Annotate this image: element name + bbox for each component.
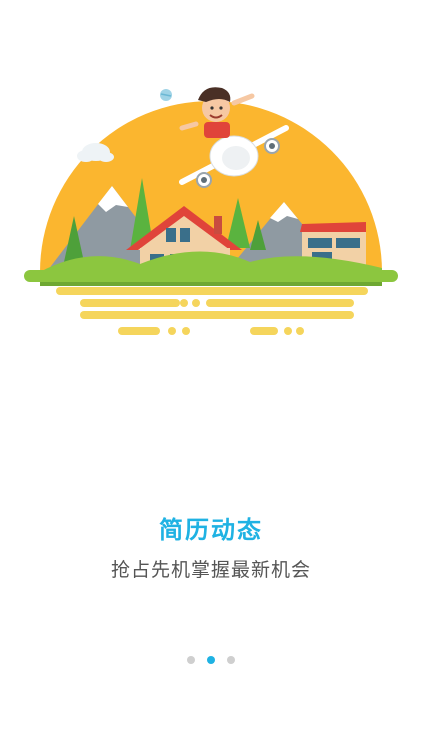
page-indicator <box>0 656 422 666</box>
ground-lines <box>56 287 368 335</box>
page-dot-2-active[interactable] <box>207 656 215 664</box>
globe-icon <box>160 89 172 101</box>
page-dot-1[interactable] <box>187 656 195 664</box>
page-dot-3[interactable] <box>227 656 235 664</box>
page-title: 简历动态 <box>159 516 263 544</box>
page-subtitle: 抢占先机掌握最新机会 <box>110 559 311 581</box>
ground-strip <box>24 270 398 282</box>
guide-screen[interactable]: 简历动态 抢占先机掌握最新机会 <box>0 0 422 750</box>
travel-illustration <box>24 87 398 335</box>
